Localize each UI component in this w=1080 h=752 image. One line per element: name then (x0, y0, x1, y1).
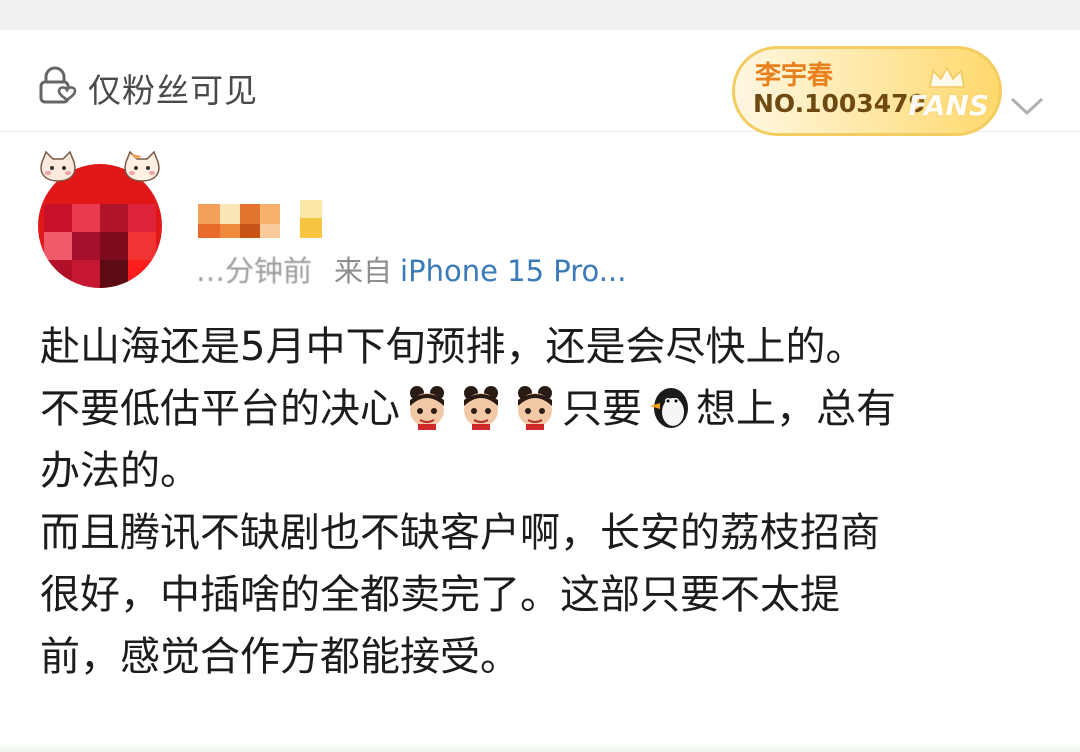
fan-badge-number: NO.1003479 (753, 89, 926, 118)
post-text: 只要 (562, 386, 642, 432)
penguin-emoji-icon (646, 384, 692, 430)
avatar-image (38, 164, 162, 288)
post-line: 不要低估平台的决心 只要 想上，总有 (40, 378, 1050, 440)
fan-badge-name: 李宇春 (755, 61, 834, 91)
nezha-emoji-icon (512, 384, 558, 430)
lock-heart-icon (36, 66, 80, 110)
avatar[interactable] (38, 150, 164, 296)
post-line: 办法的。 (40, 448, 200, 494)
cat-sticker-icon (40, 150, 76, 182)
post-line: 前，感觉合作方都能接受。 (40, 634, 520, 680)
visibility-bar: 仅粉丝可见 李宇春 NO.1003479 FANS (0, 30, 1080, 136)
cat-sticker-icon (124, 150, 160, 182)
post-text: 不要低估平台的决心 (40, 386, 400, 432)
post-line: 赴山海还是5月中下旬预排，还是会尽快上的。 (40, 324, 866, 370)
visibility-indicator: 仅粉丝可见 (36, 64, 258, 112)
post-line: 而且腾讯不缺剧也不缺客户啊，长安的荔枝招商 (40, 510, 880, 556)
post-line: 很好，中插啥的全都卖完了。这部只要不太提 (40, 572, 840, 618)
author-name-redacted[interactable] (198, 196, 346, 240)
bottom-edge (0, 742, 1080, 752)
source-prefix: 来自 (334, 254, 393, 288)
nezha-emoji-icon (404, 384, 450, 430)
chevron-down-icon[interactable] (1008, 94, 1046, 118)
visibility-label: 仅粉丝可见 (88, 71, 258, 110)
nezha-emoji-icon (458, 384, 504, 430)
top-band (0, 0, 1080, 30)
post-body: 赴山海还是5月中下旬预排，还是会尽快上的。 不要低估平台的决心 只要 想上，总有 办… (40, 316, 1050, 688)
weibo-post-screen: 仅粉丝可见 李宇春 NO.1003479 FANS …分钟前 来自 iPhone… (0, 0, 1080, 752)
fan-badge[interactable]: 李宇春 NO.1003479 FANS (732, 46, 1002, 136)
post-time: …分钟前 (196, 254, 313, 288)
device-link[interactable]: iPhone 15 Pro... (400, 254, 626, 288)
post-text: 想上，总有 (696, 386, 896, 432)
fan-badge-label: FANS (908, 89, 989, 122)
post-meta: …分钟前 来自 iPhone 15 Pro... (196, 248, 626, 290)
crown-icon (929, 66, 965, 88)
